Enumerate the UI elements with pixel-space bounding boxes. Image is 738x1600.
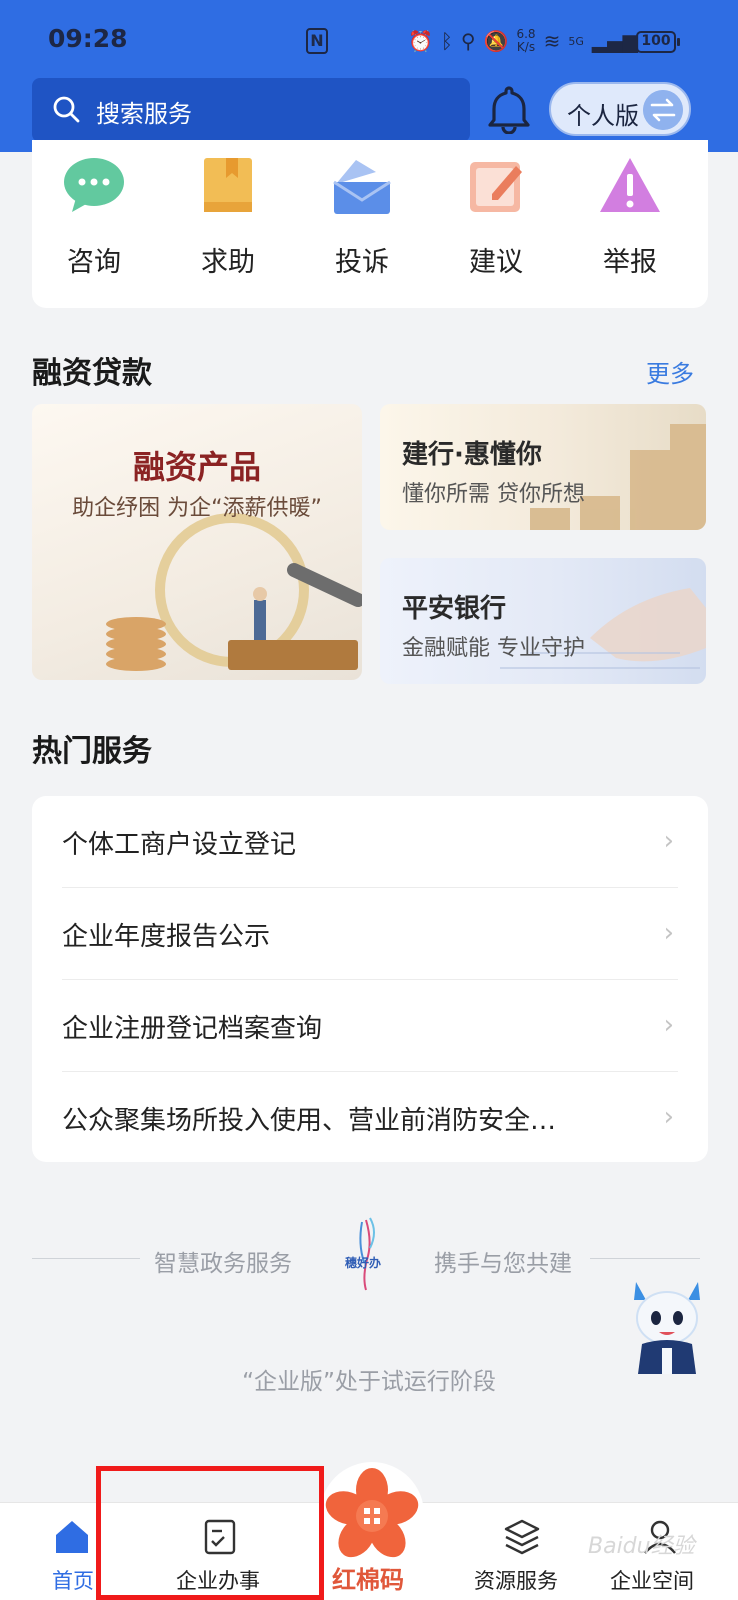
pingan-bank-title: 平安银行 bbox=[402, 594, 507, 624]
status-icons: ⏰ ᛒ ⚲ 🔕 6.8 K/s ≋ 5G ▂▄▆ bbox=[408, 26, 638, 56]
trial-notice: “企业版”处于试运行阶段 bbox=[242, 1369, 496, 1395]
hongmian-code-button[interactable] bbox=[320, 1462, 424, 1566]
quick-actions-card: 咨询 求助 投诉 建议 举报 bbox=[32, 140, 708, 308]
list-item[interactable]: 企业年度报告公示 › bbox=[62, 888, 678, 980]
version-label: 个人版 bbox=[567, 102, 639, 130]
mute-icon: 🔕 bbox=[483, 29, 509, 53]
hot-services-title: 热门服务 bbox=[32, 734, 152, 769]
bell-icon[interactable] bbox=[486, 84, 532, 134]
quick-action-suggest[interactable]: 建议 bbox=[434, 154, 554, 278]
network-speed: 6.8 K/s bbox=[516, 27, 536, 54]
nfc-icon: N bbox=[306, 28, 328, 54]
wifi-icon: ≋ bbox=[543, 29, 561, 53]
quick-action-label: 咨询 bbox=[67, 247, 121, 278]
pingan-bank-subtitle: 金融赋能 专业守护 bbox=[402, 636, 585, 661]
service-label: 企业年度报告公示 bbox=[62, 922, 271, 952]
book-icon bbox=[204, 158, 252, 212]
logo-text: 穗好办 bbox=[345, 1256, 382, 1270]
home-icon bbox=[56, 1521, 88, 1553]
slogan-right: 携手与您共建 bbox=[434, 1251, 572, 1277]
list-item[interactable]: 公众聚集场所投入使用、营业前消防安全… › bbox=[62, 1072, 678, 1164]
service-label: 企业注册登记档案查询 bbox=[62, 1014, 323, 1044]
status-time: 09:28 bbox=[48, 24, 128, 53]
bluetooth-icon: ᛒ bbox=[440, 29, 453, 53]
alarm-icon: ⏰ bbox=[408, 29, 433, 53]
version-switch-button[interactable]: 个人版 bbox=[549, 82, 691, 136]
annotation-highlight-box bbox=[96, 1466, 324, 1600]
finance-section-title: 融资贷款 bbox=[32, 356, 152, 391]
status-bar: 09:28 N ⏰ ᛒ ⚲ 🔕 6.8 K/s ≋ 5G ▂▄▆ 100 bbox=[0, 0, 738, 80]
list-item[interactable]: 个体工商户设立登记 › bbox=[62, 796, 678, 888]
quick-action-consult[interactable]: 咨询 bbox=[32, 154, 152, 278]
chat-bubble-icon bbox=[64, 158, 124, 212]
watermark: Baidu经验 bbox=[588, 1534, 695, 1559]
quick-action-label: 举报 bbox=[603, 247, 657, 278]
ccb-loan-title: 建行·惠懂你 bbox=[402, 440, 542, 470]
hot-services-list: 个体工商户设立登记 › 企业年度报告公示 › 企业注册登记档案查询 › 公众聚集… bbox=[32, 796, 708, 1162]
quick-action-complain[interactable]: 投诉 bbox=[300, 154, 420, 278]
more-link[interactable]: 更多 bbox=[646, 354, 694, 389]
pingan-bank-card[interactable]: 平安银行 金融赋能 专业守护 bbox=[380, 558, 706, 684]
nav-label: 企业空间 bbox=[610, 1569, 694, 1593]
service-label: 个体工商户设立登记 bbox=[62, 830, 297, 860]
layers-icon bbox=[504, 1519, 540, 1555]
slogan-left: 智慧政务服务 bbox=[154, 1251, 292, 1277]
search-placeholder: 搜索服务 bbox=[96, 100, 192, 128]
nav-label: 资源服务 bbox=[474, 1569, 558, 1593]
chevron-right-icon: › bbox=[663, 826, 674, 856]
ccb-loan-card[interactable]: 建行·惠懂你 懂你所需 贷你所想 bbox=[380, 404, 706, 530]
chevron-right-icon: › bbox=[663, 918, 674, 948]
signal-icon: ▂▄▆ bbox=[591, 29, 639, 53]
network-type: 5G bbox=[568, 34, 584, 48]
nav-label: 首页 bbox=[52, 1569, 94, 1593]
location-icon: ⚲ bbox=[460, 29, 476, 53]
quick-action-help[interactable]: 求助 bbox=[166, 154, 286, 278]
battery-icon: 100 bbox=[636, 31, 680, 53]
search-icon bbox=[53, 96, 80, 123]
quick-action-report[interactable]: 举报 bbox=[568, 154, 688, 278]
suihaoban-logo bbox=[359, 1217, 375, 1291]
service-label: 公众聚集场所投入使用、营业前消防安全… bbox=[62, 1106, 557, 1136]
finance-product-title: 融资产品 bbox=[132, 448, 261, 486]
ccb-loan-subtitle: 懂你所需 贷你所想 bbox=[402, 482, 585, 507]
swap-icon bbox=[643, 90, 683, 130]
quick-action-label: 投诉 bbox=[335, 247, 389, 278]
list-item[interactable]: 企业注册登记档案查询 › bbox=[62, 980, 678, 1072]
divider bbox=[32, 1258, 140, 1259]
quick-action-label: 建议 bbox=[469, 247, 523, 278]
chevron-right-icon: › bbox=[663, 1102, 674, 1132]
nav-resource-services[interactable]: 资源服务 bbox=[466, 1503, 578, 1600]
warning-icon bbox=[600, 158, 660, 212]
divider bbox=[590, 1258, 700, 1259]
quick-action-label: 求助 bbox=[201, 247, 255, 278]
edit-note-icon bbox=[470, 162, 522, 212]
kapok-flower-icon bbox=[325, 1468, 419, 1558]
envelope-icon bbox=[333, 160, 391, 214]
chevron-right-icon: › bbox=[663, 1010, 674, 1040]
app-header: 09:28 N ⏰ ᛒ ⚲ 🔕 6.8 K/s ≋ 5G ▂▄▆ 100 搜索服… bbox=[0, 0, 738, 152]
center-nav-label: 红棉码 bbox=[332, 1566, 404, 1594]
search-input[interactable]: 搜索服务 bbox=[32, 78, 470, 142]
finance-product-card[interactable]: 融资产品 助企纾困 为企“添薪供暖” bbox=[32, 404, 362, 680]
finance-product-subtitle: 助企纾困 为企“添薪供暖” bbox=[72, 496, 322, 521]
